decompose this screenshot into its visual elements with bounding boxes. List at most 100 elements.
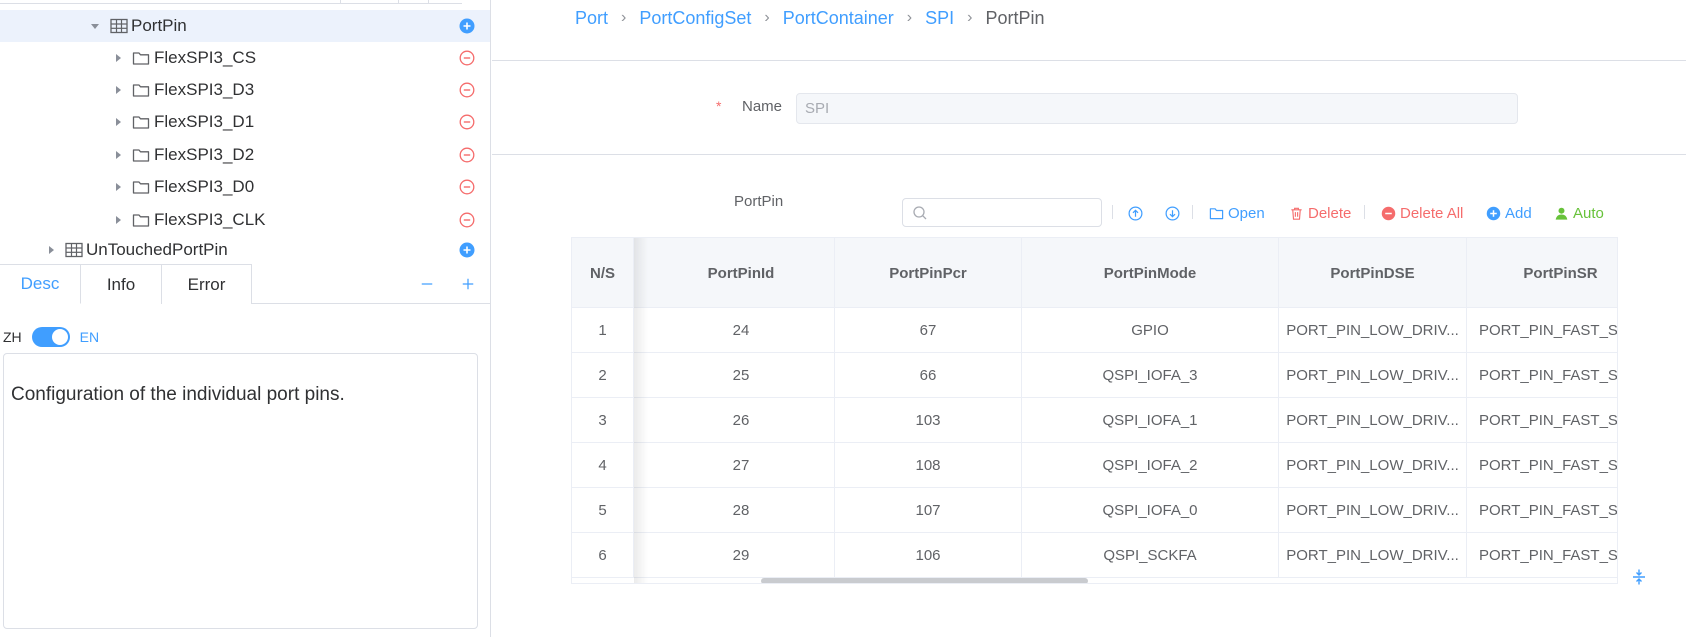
tree-node-portpin[interactable]: PortPin: [0, 10, 490, 42]
table-row[interactable]: 1 24 67 GPIO PORT_PIN_LOW_DRIV... PORT_P…: [572, 308, 1617, 353]
tab-desc[interactable]: Desc: [0, 264, 81, 304]
arrow-up-circle-icon: [1128, 206, 1143, 220]
left-panel: PortPin FlexSPI3_CS FlexSPI3_D3 FlexSPI3…: [0, 0, 491, 637]
column-header-portpinsr[interactable]: PortPinSR: [1467, 238, 1617, 308]
cell-portpinid: 26: [648, 398, 835, 443]
table-row[interactable]: 2 25 66 QSPI_IOFA_3 PORT_PIN_LOW_DRIV...…: [572, 353, 1617, 398]
table-section-label: PortPin: [734, 193, 784, 210]
tree-node-label: FlexSPI3_CLK: [154, 210, 266, 229]
name-field[interactable]: [796, 93, 1518, 124]
delete-label: Delete: [1308, 204, 1352, 222]
column-header-portpinmode[interactable]: PortPinMode: [1022, 238, 1279, 308]
folder-icon: [132, 82, 150, 98]
move-down-button[interactable]: [1165, 203, 1184, 223]
remove-circle-icon[interactable]: [459, 114, 475, 130]
open-button[interactable]: Open: [1209, 203, 1265, 223]
caret-right-icon[interactable]: [112, 214, 124, 226]
language-switch[interactable]: [31, 327, 70, 347]
tree-node-untouchedportpin[interactable]: UnTouchedPortPin: [0, 236, 490, 264]
cell-portpinid: 25: [648, 353, 835, 398]
add-circle-icon[interactable]: [459, 18, 475, 34]
horizontal-scrollbar[interactable]: [761, 578, 1088, 583]
caret-down-icon[interactable]: [89, 20, 101, 32]
remove-circle-icon[interactable]: [459, 50, 475, 66]
name-form-row: * Name: [492, 93, 1686, 125]
table-icon: [110, 18, 128, 34]
cell-ns: 1: [572, 308, 634, 353]
column-header-portpinpcr[interactable]: PortPinPcr: [835, 238, 1022, 308]
remove-circle-icon[interactable]: [459, 82, 475, 98]
caret-right-icon[interactable]: [112, 52, 124, 64]
cell-portpinpcr: 66: [835, 353, 1022, 398]
remove-circle-icon[interactable]: [459, 179, 475, 195]
lang-zh-label: ZH: [3, 329, 22, 345]
chevron-right-icon: ›: [967, 9, 973, 26]
remove-circle-icon[interactable]: [459, 212, 475, 228]
cell-portpindse: PORT_PIN_LOW_DRIV...: [1279, 533, 1467, 578]
add-circle-icon[interactable]: [459, 242, 475, 258]
caret-right-icon[interactable]: [112, 149, 124, 161]
tree-node-flexspi3-clk[interactable]: FlexSPI3_CLK: [0, 204, 490, 236]
breadcrumb-port[interactable]: Port: [575, 8, 608, 29]
cell-ns: 4: [572, 443, 634, 488]
caret-right-icon[interactable]: [112, 181, 124, 193]
folder-icon: [132, 147, 150, 163]
chevron-right-icon: ›: [621, 9, 627, 26]
column-header-portpindse[interactable]: PortPinDSE: [1279, 238, 1467, 308]
caret-right-icon[interactable]: [112, 84, 124, 96]
resize-vertical-icon[interactable]: [1630, 568, 1648, 586]
add-button[interactable]: Add: [1486, 203, 1532, 223]
breadcrumb-portcontainer[interactable]: PortContainer: [783, 8, 894, 29]
portpin-table: N/S PortPinId PortPinPcr PortPinMode Por…: [571, 237, 1618, 584]
tree-node-flexspi3-d0[interactable]: FlexSPI3_D0: [0, 171, 490, 203]
table-row[interactable]: 6 29 106 QSPI_SCKFA PORT_PIN_LOW_DRIV...…: [572, 533, 1617, 578]
auto-button[interactable]: Auto: [1554, 203, 1604, 223]
column-header-ns[interactable]: N/S: [572, 238, 634, 308]
cell-portpindse: PORT_PIN_LOW_DRIV...: [1279, 488, 1467, 533]
cell-portpinpcr: 67: [835, 308, 1022, 353]
delete-all-button[interactable]: Delete All: [1381, 203, 1463, 223]
chevron-right-icon: ›: [764, 9, 770, 26]
delete-button[interactable]: Delete: [1289, 203, 1351, 223]
cell-portpindse: PORT_PIN_LOW_DRIV...: [1279, 353, 1467, 398]
table-icon: [65, 242, 83, 258]
column-header-portpinid[interactable]: PortPinId: [648, 238, 835, 308]
search-box[interactable]: [902, 198, 1102, 227]
cell-portpinsr: PORT_PIN_FAST_SLEW: [1467, 398, 1617, 443]
tree-node-label: FlexSPI3_CS: [154, 48, 257, 67]
table-header: N/S PortPinId PortPinPcr PortPinMode Por…: [572, 238, 1617, 308]
tab-info[interactable]: Info: [81, 264, 162, 304]
cell-ns: 5: [572, 488, 634, 533]
plus-icon[interactable]: [458, 274, 478, 294]
cell-ns: 3: [572, 398, 634, 443]
cell-portpinpcr: 108: [835, 443, 1022, 488]
table-row[interactable]: 4 27 108 QSPI_IOFA_2 PORT_PIN_LOW_DRIV..…: [572, 443, 1617, 488]
caret-right-icon[interactable]: [112, 116, 124, 128]
remove-circle-icon[interactable]: [459, 147, 475, 163]
move-up-button[interactable]: [1128, 203, 1147, 223]
tree-node-label: FlexSPI3_D3: [154, 80, 255, 99]
divider: [492, 154, 1686, 155]
table-row[interactable]: 3 26 103 QSPI_IOFA_1 PORT_PIN_LOW_DRIV..…: [572, 398, 1617, 443]
caret-right-icon[interactable]: [45, 244, 57, 256]
description-box[interactable]: Configuration of the individual port pin…: [3, 353, 478, 629]
tree-node-flexspi3-d2[interactable]: FlexSPI3_D2: [0, 139, 490, 171]
tab-error[interactable]: Error: [162, 264, 252, 304]
breadcrumb-spi[interactable]: SPI: [925, 8, 954, 29]
trash-icon: [1291, 207, 1302, 220]
cell-portpinsr: PORT_PIN_FAST_SLEW: [1467, 308, 1617, 353]
table-row[interactable]: 5 28 107 QSPI_IOFA_0 PORT_PIN_LOW_DRIV..…: [572, 488, 1617, 533]
tree-node-flexspi3-d3[interactable]: FlexSPI3_D3: [0, 74, 490, 106]
folder-open-icon: [1209, 207, 1224, 219]
toolbar-divider: [1112, 205, 1113, 219]
breadcrumb-portconfigset[interactable]: PortConfigSet: [639, 8, 751, 29]
tree-node-flexspi3-cs[interactable]: FlexSPI3_CS: [0, 42, 490, 74]
cell-portpinmode: QSPI_IOFA_3: [1022, 353, 1279, 398]
arrow-down-circle-icon: [1165, 206, 1180, 220]
tree-node-flexspi3-d1[interactable]: FlexSPI3_D1: [0, 106, 490, 138]
tree-node-label: PortPin: [131, 16, 187, 35]
search-input[interactable]: [933, 201, 1098, 224]
folder-icon: [132, 50, 150, 66]
minus-icon[interactable]: [417, 274, 437, 294]
cell-portpinmode: GPIO: [1022, 308, 1279, 353]
